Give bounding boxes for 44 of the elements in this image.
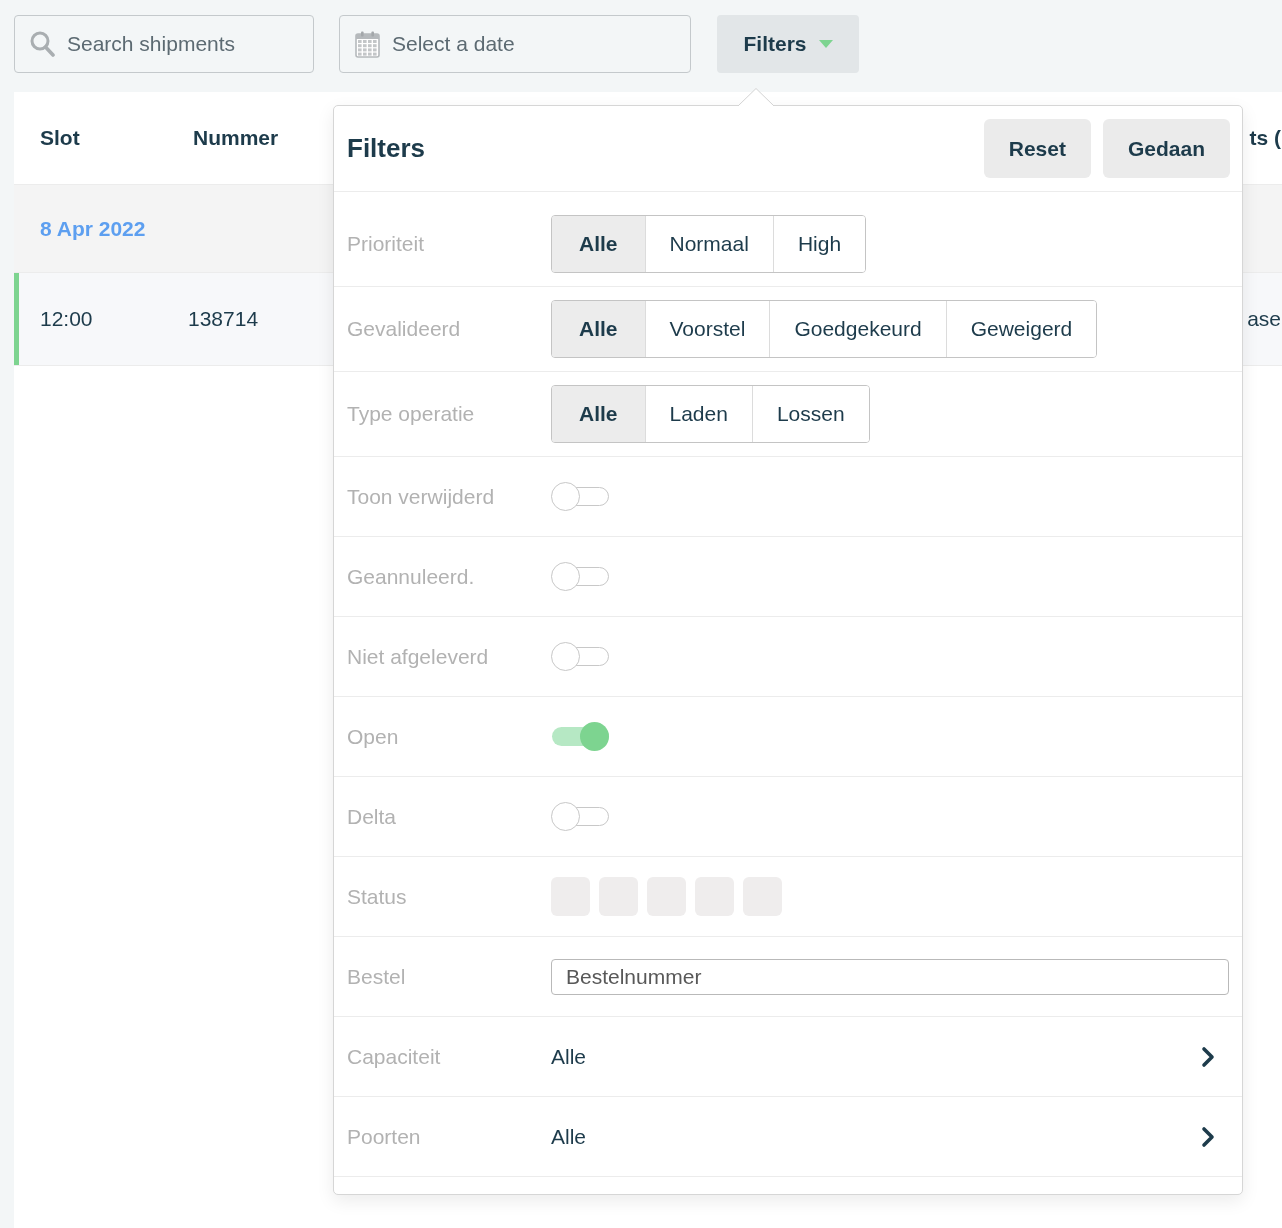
- order-number-field[interactable]: Bestelnummer: [551, 958, 1229, 995]
- filter-label: Poorten: [347, 1124, 421, 1149]
- option-picker[interactable]: Alle: [551, 1116, 1229, 1157]
- reset-button[interactable]: Reset: [983, 119, 1091, 178]
- filter-label: Type operatie: [347, 402, 475, 426]
- table-cell: ase: [1247, 307, 1282, 331]
- filter-label: Geannuleerd.: [347, 564, 475, 589]
- filter-label: Bestel: [347, 964, 406, 989]
- column-header: Nummer: [193, 126, 280, 150]
- segment-option[interactable]: Geweigerd: [945, 301, 1097, 357]
- group-date: 8 Apr 2022: [39, 216, 146, 241]
- segment-option[interactable]: Alle: [552, 215, 645, 272]
- segment-option[interactable]: Alle: [552, 386, 645, 442]
- filter-label: Delta: [347, 804, 397, 829]
- search-field[interactable]: Search shipments: [14, 15, 314, 73]
- caret-down-icon: [818, 40, 833, 48]
- table-cell-text: 12:00: [39, 307, 94, 331]
- filter-label: Prioriteit: [347, 231, 425, 256]
- option-picker[interactable]: Alle: [551, 1036, 1229, 1077]
- toggle-switch[interactable]: [551, 642, 609, 671]
- filter-label: Open: [347, 724, 399, 749]
- toggle-switch[interactable]: [551, 562, 609, 591]
- filter-label: Toon verwijderd: [347, 484, 495, 509]
- filter-label: Niet afgeleverd: [347, 644, 489, 669]
- popover-title: Filters: [347, 133, 426, 164]
- table-cell-text: 138714: [188, 307, 260, 331]
- filters-button[interactable]: Filters: [717, 15, 859, 73]
- date-field[interactable]: Select a date: [339, 15, 691, 73]
- filter-label: Status: [347, 884, 407, 909]
- toggle-switch[interactable]: [551, 802, 609, 831]
- done-button[interactable]: Gedaan: [1102, 119, 1230, 178]
- toggle-switch[interactable]: [551, 722, 609, 751]
- chevron-right-icon: [1201, 1045, 1215, 1068]
- column-header: Slot: [39, 126, 81, 150]
- toggle-switch[interactable]: [551, 482, 609, 511]
- calendar-icon: [355, 31, 380, 58]
- column-header: ts (: [1249, 126, 1282, 150]
- filter-label: Gevalideerd: [347, 317, 461, 341]
- filter-label: Capaciteit: [347, 1044, 441, 1069]
- segment-option[interactable]: Alle: [552, 301, 645, 357]
- search-icon: [30, 31, 55, 57]
- segment-option[interactable]: High: [772, 215, 866, 272]
- chevron-right-icon: [1201, 1125, 1215, 1148]
- segment-option[interactable]: Lossen: [751, 386, 869, 442]
